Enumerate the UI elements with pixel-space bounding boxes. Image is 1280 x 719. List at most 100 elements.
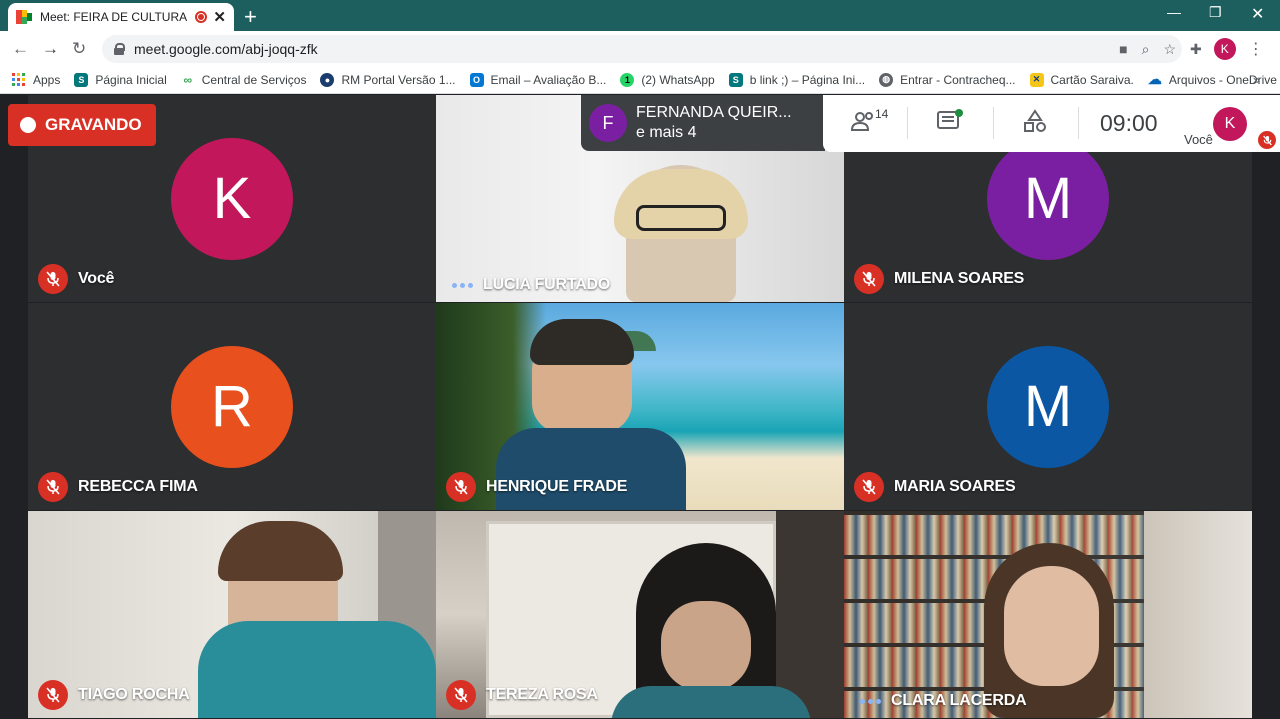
bookmark-item[interactable]: Sb link ;) – Página Ini... bbox=[728, 72, 865, 87]
shirt-shape bbox=[198, 621, 436, 718]
shelf-background bbox=[776, 511, 844, 718]
presenter-indicator[interactable]: F FERNANDA QUEIR... e mais 4 bbox=[581, 95, 825, 151]
outlook-icon: O bbox=[469, 72, 484, 87]
bookmark-label: Arquivos - OneDrive bbox=[1168, 72, 1277, 87]
address-bar[interactable]: meet.google.com/abj-joqq-zfk ■ ⌕ ☆ bbox=[102, 35, 1182, 63]
bookmarks-bar: Apps S Página Inicial ∞ Central de Serviço… bbox=[0, 66, 1280, 94]
speaking-indicator-icon bbox=[860, 698, 881, 704]
bookmark-item[interactable]: ● RM Portal Versão 1... bbox=[320, 72, 456, 87]
divider bbox=[993, 107, 994, 139]
bookmark-item[interactable]: ◍ Entrar - Contracheq... bbox=[879, 72, 1016, 87]
link-icon: ∞ bbox=[183, 72, 193, 87]
participant-name: HENRIQUE FRADE bbox=[486, 478, 628, 495]
close-window-button[interactable]: ✕ bbox=[1251, 4, 1264, 24]
onedrive-icon: ☁ bbox=[1147, 71, 1162, 87]
bookmark-label: Apps bbox=[33, 72, 61, 87]
bookmark-star-icon[interactable]: ☆ bbox=[1163, 41, 1176, 58]
divider bbox=[907, 107, 908, 139]
bank-icon: ✕ bbox=[1029, 72, 1044, 87]
url-text: meet.google.com/abj-joqq-zfk bbox=[134, 41, 318, 57]
bookmark-item[interactable]: ∞ Central de Serviços bbox=[181, 72, 307, 87]
participant-name: MILENA SOARES bbox=[894, 270, 1025, 287]
browser-menu-icon[interactable]: ⋮ bbox=[1248, 39, 1264, 59]
recording-indicator-icon bbox=[195, 11, 208, 23]
back-button[interactable]: ← bbox=[12, 39, 29, 59]
bookmark-label: Email – Avaliação B... bbox=[490, 72, 607, 87]
reload-button[interactable]: ↻ bbox=[72, 39, 86, 59]
sharepoint-icon: S bbox=[74, 72, 89, 87]
recording-badge[interactable]: GRAVANDO bbox=[8, 104, 156, 146]
hair-shape bbox=[218, 521, 343, 581]
profile-avatar[interactable]: K bbox=[1213, 38, 1236, 60]
divider bbox=[1078, 107, 1079, 139]
mic-off-icon bbox=[446, 472, 476, 502]
record-dot-icon bbox=[20, 117, 36, 133]
participant-tile-clara[interactable]: CLARA LACERDA bbox=[844, 511, 1252, 718]
shapes-icon bbox=[1024, 109, 1046, 132]
mic-off-icon bbox=[854, 264, 884, 294]
participant-tile-tereza[interactable]: TEREZA ROSA bbox=[436, 511, 844, 718]
extensions-puzzle-icon[interactable]: ✚ bbox=[1190, 41, 1202, 58]
browser-toolbar: ← → ↻ meet.google.com/abj-joqq-zfk ■ ⌕ ☆ bbox=[0, 31, 1280, 66]
self-mic-off-icon[interactable] bbox=[1258, 131, 1276, 149]
people-icon bbox=[850, 112, 873, 131]
zoom-icon[interactable]: ⌕ bbox=[1142, 41, 1150, 58]
bookmark-item[interactable]: S Página Inicial bbox=[74, 72, 167, 87]
participant-name: Você bbox=[78, 270, 115, 287]
bookmark-item[interactable]: ✕ Cartão Saraiva. bbox=[1029, 72, 1134, 87]
browser-tab-meet[interactable]: Meet: FEIRA DE CULTURA - 5 ✕ bbox=[8, 3, 234, 31]
participant-video bbox=[1004, 566, 1099, 686]
bookmark-label: Cartão Saraiva. bbox=[1050, 72, 1134, 87]
tab-title: Meet: FEIRA DE CULTURA - 5 bbox=[40, 10, 190, 24]
glasses-shape bbox=[636, 205, 726, 231]
extension-area: ✚ K ⋮ bbox=[1190, 38, 1264, 60]
mic-off-icon bbox=[38, 264, 68, 294]
participants-count: 14 bbox=[875, 107, 889, 121]
participant-name: MARIA SOARES bbox=[894, 478, 1016, 495]
mic-off-icon bbox=[38, 472, 68, 502]
whatsapp-icon: 1 bbox=[620, 72, 635, 87]
avatar: R bbox=[171, 345, 293, 468]
participant-tile-henrique[interactable]: HENRIQUE FRADE bbox=[436, 303, 844, 510]
participant-video bbox=[661, 601, 751, 691]
bookmark-item[interactable]: O Email – Avaliação B... bbox=[469, 72, 607, 87]
presenter-others: e mais 4 bbox=[636, 124, 697, 141]
hair-shape bbox=[530, 319, 634, 365]
participant-name: LUCIA FURTADO bbox=[483, 276, 611, 293]
activities-button[interactable] bbox=[1023, 109, 1049, 138]
bookmark-item[interactable]: 1 (2) WhatsApp bbox=[620, 72, 715, 87]
presenter-avatar: F bbox=[589, 104, 627, 142]
portal-icon: ● bbox=[320, 72, 335, 87]
bookmark-apps[interactable]: Apps bbox=[12, 73, 60, 87]
avatar: K bbox=[171, 137, 293, 260]
self-label: Você bbox=[1184, 132, 1213, 147]
participant-tile-maria[interactable]: M MARIA SOARES bbox=[844, 303, 1252, 510]
self-avatar[interactable]: K bbox=[1213, 107, 1247, 141]
participant-name: TEREZA ROSA bbox=[486, 686, 598, 703]
camera-icon[interactable]: ■ bbox=[1119, 41, 1127, 58]
participants-button[interactable] bbox=[850, 109, 877, 138]
participant-tile-rebecca[interactable]: R REBECCA FIMA bbox=[28, 303, 436, 510]
bookmark-label: RM Portal Versão 1... bbox=[341, 72, 456, 87]
minimize-window-button[interactable]: — bbox=[1167, 4, 1181, 20]
more-bookmarks-icon[interactable]: » bbox=[1253, 72, 1260, 87]
participant-tile-tiago[interactable]: TIAGO ROCHA bbox=[28, 511, 436, 718]
forward-button[interactable]: → bbox=[42, 39, 59, 59]
google-meet-icon bbox=[16, 10, 32, 24]
bookmark-label: Central de Serviços bbox=[201, 72, 307, 87]
new-tab-button[interactable]: + bbox=[244, 4, 257, 30]
mic-off-icon bbox=[854, 472, 884, 502]
avatar: M bbox=[987, 137, 1109, 260]
restore-window-button[interactable]: ❐ bbox=[1209, 4, 1222, 21]
close-tab-icon[interactable]: ✕ bbox=[213, 8, 226, 26]
chat-button[interactable] bbox=[937, 109, 963, 138]
recording-label: GRAVANDO bbox=[45, 115, 142, 134]
speaking-indicator-icon bbox=[452, 282, 473, 288]
shirt-shape bbox=[611, 686, 811, 718]
browser-tab-strip: Meet: FEIRA DE CULTURA - 5 ✕ + — ❐ ✕ bbox=[0, 0, 1280, 31]
chat-icon bbox=[937, 109, 963, 129]
meet-grid: K Você LUCIA FURTADO M MILENA SOARES R R… bbox=[0, 95, 1280, 719]
apps-icon bbox=[12, 73, 25, 86]
presenter-name: FERNANDA QUEIR... bbox=[636, 104, 792, 121]
mic-off-icon bbox=[38, 680, 68, 710]
